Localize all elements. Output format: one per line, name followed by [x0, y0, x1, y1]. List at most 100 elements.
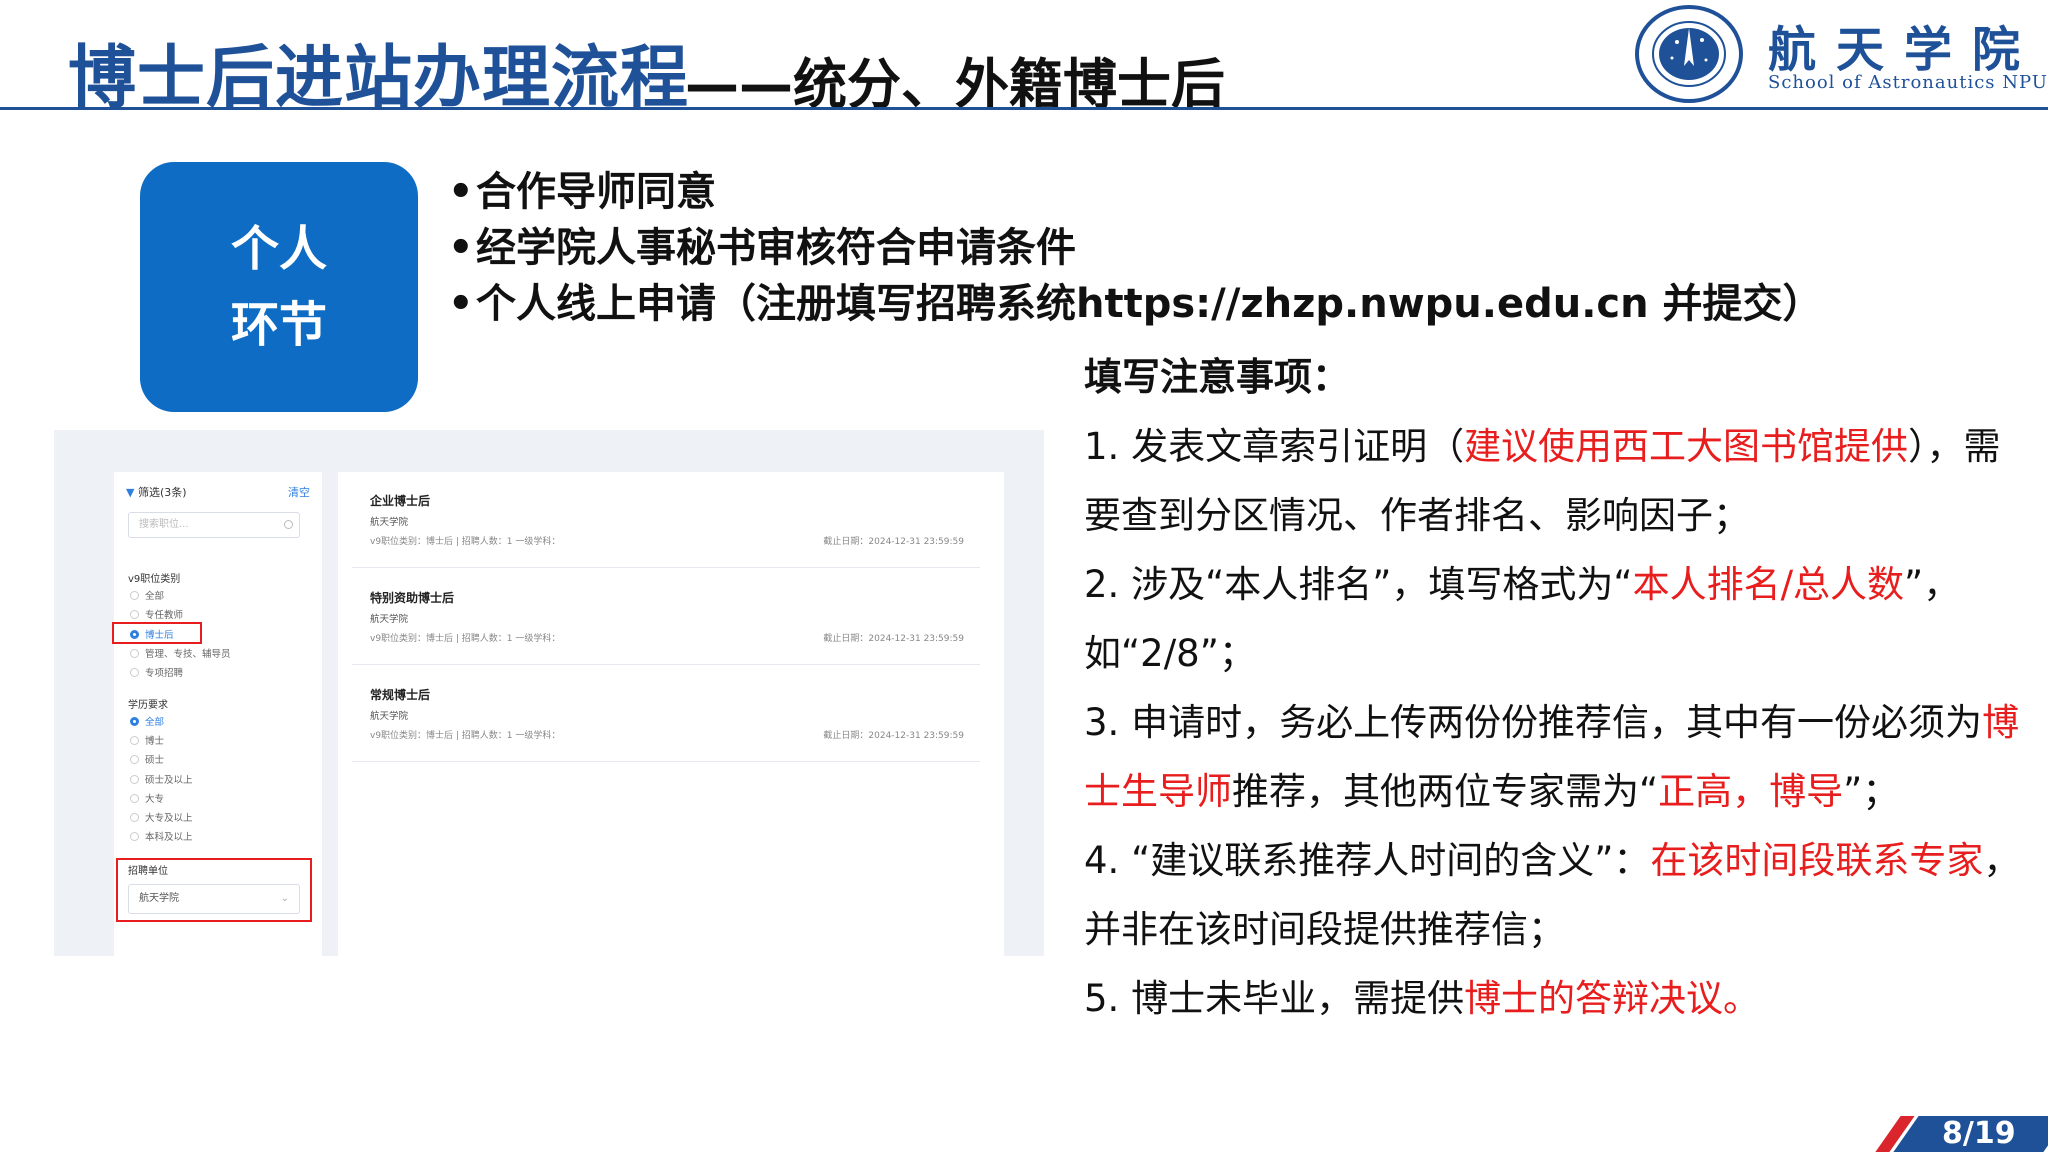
radio-icon [130, 813, 139, 822]
job-org: 航天学院 [370, 711, 409, 722]
category-option[interactable]: 管理、专技、辅导员 [130, 646, 231, 660]
search-placeholder: 搜索职位... [139, 519, 189, 530]
category-option[interactable]: 全部 [130, 588, 164, 602]
radio-icon [130, 649, 139, 658]
radio-icon [130, 668, 139, 677]
note-item-3: 3. 申请时，务必上传两份份推荐信，其中有一份必须为博士生导师推荐，其他两位专家… [1084, 688, 2024, 826]
option-label: 专任教师 [145, 610, 184, 621]
job-org: 航天学院 [370, 517, 409, 528]
header-divider [0, 107, 2048, 110]
bullet-text: 个人线上申请（注册填写招聘系统https://zhzp.nwpu.edu.cn … [476, 281, 1823, 327]
job-deadline: 截止日期：2024-12-31 23:59:59 [823, 731, 964, 741]
bullet-item: •个人线上申请（注册填写招聘系统https://zhzp.nwpu.edu.cn… [448, 276, 1823, 332]
option-label: 大专及以上 [145, 813, 193, 824]
job-title[interactable]: 特别资助博士后 [370, 589, 454, 606]
notes-title: 填写注意事项： [1084, 355, 1351, 399]
option-label: 硕士及以上 [145, 775, 193, 786]
notes-list: 1. 发表文章索引证明（建议使用西工大图书馆提供），需要查到分区情况、作者排名、… [1084, 412, 2024, 1033]
radio-icon [130, 610, 139, 619]
bullet-dot-icon: • [448, 169, 474, 215]
option-label: 博士 [145, 736, 165, 747]
radio-icon [130, 832, 139, 841]
highlight-box-unit [116, 858, 312, 922]
page-number-badge: 8/19 [1860, 1116, 2048, 1152]
radio-icon [130, 775, 139, 784]
education-option-selected[interactable]: 全部 [130, 714, 164, 728]
radio-icon [130, 736, 139, 745]
note-text: 4. “建议联系推荐人时间的含义”： [1084, 839, 1651, 882]
step-box-line1: 个人 [230, 221, 327, 277]
school-name-cn: 航天学院 [1768, 22, 2041, 78]
education-option[interactable]: 硕士及以上 [130, 772, 193, 786]
category-option[interactable]: 专项招聘 [130, 665, 183, 679]
bullet-item: •经学院人事秘书审核符合申请条件 [448, 220, 1823, 276]
radio-icon [130, 591, 139, 600]
education-option[interactable]: 大专 [130, 791, 164, 805]
category-option[interactable]: 专任教师 [130, 607, 183, 621]
job-deadline: 截止日期：2024-12-31 23:59:59 [823, 537, 964, 547]
job-meta: v9职位类别：博士后 | 招聘人数：1 一级学科： [370, 634, 561, 644]
option-label: 专项招聘 [145, 668, 184, 679]
job-title[interactable]: 企业博士后 [370, 492, 430, 509]
bullet-list: •合作导师同意 •经学院人事秘书审核符合申请条件 •个人线上申请（注册填写招聘系… [448, 164, 1823, 332]
job-meta: v9职位类别：博士后 | 招聘人数：1 一级学科： [370, 537, 561, 547]
school-name-en: School of Astronautics NPU [1768, 72, 2048, 93]
job-results-panel: 企业博士后 航天学院 v9职位类别：博士后 | 招聘人数：1 一级学科： 截止日… [338, 472, 1004, 956]
page-number: 8/19 [1942, 1116, 2016, 1151]
bullet-text: 经学院人事秘书审核符合申请条件 [476, 225, 1076, 271]
note-highlight: 本人排名/总人数 [1632, 563, 1905, 606]
education-option[interactable]: 本科及以上 [130, 829, 193, 843]
job-meta: v9职位类别：博士后 | 招聘人数：1 一级学科： [370, 731, 561, 741]
note-highlight: 博士的答辩决议。 [1464, 977, 1761, 1020]
note-item-5: 5. 博士未毕业，需提供博士的答辩决议。 [1084, 964, 2024, 1033]
highlight-box-postdoc [112, 622, 202, 644]
radio-selected-icon [130, 717, 139, 726]
radio-icon [130, 755, 139, 764]
note-text: 3. 申请时，务必上传两份份推荐信，其中有一份必须为 [1084, 701, 1983, 744]
option-label: 大专 [145, 794, 165, 805]
bullet-text: 合作导师同意 [476, 169, 716, 215]
option-label: 全部 [145, 591, 165, 602]
filter-header: ▼ 筛选(3条) [126, 484, 187, 500]
position-search-input[interactable]: 搜索职位... [128, 512, 300, 538]
radio-icon [130, 794, 139, 803]
note-highlight: 建议使用西工大图书馆提供 [1464, 425, 1909, 468]
note-item-2: 2. 涉及“本人排名”，填写格式为“本人排名/总人数”，如“2/8”； [1084, 550, 2024, 688]
bullet-item: •合作导师同意 [448, 164, 1823, 220]
school-seal-logo [1635, 5, 1743, 103]
note-text: 2. 涉及“本人排名”，填写格式为“ [1084, 563, 1633, 606]
job-card[interactable]: 特别资助博士后 航天学院 v9职位类别：博士后 | 招聘人数：1 一级学科： 截… [352, 569, 980, 665]
note-text: 5. 博士未毕业，需提供 [1084, 977, 1465, 1020]
education-option[interactable]: 博士 [130, 733, 164, 747]
bullet-dot-icon: • [448, 281, 474, 327]
note-highlight: 在该时间段联系专家 [1650, 839, 1984, 882]
option-label: 管理、专技、辅导员 [145, 649, 231, 660]
step-box-line2: 环节 [230, 297, 327, 353]
note-item-1: 1. 发表文章索引证明（建议使用西工大图书馆提供），需要查到分区情况、作者排名、… [1084, 412, 2024, 550]
education-option[interactable]: 硕士 [130, 752, 164, 766]
option-label: 本科及以上 [145, 832, 193, 843]
filter-funnel-icon: ▼ [126, 486, 135, 499]
category-group-title: v9职位类别 [128, 574, 181, 585]
note-item-4: 4. “建议联系推荐人时间的含义”：在该时间段联系专家，并非在该时间段提供推荐信… [1084, 826, 2024, 964]
job-deadline: 截止日期：2024-12-31 23:59:59 [823, 634, 964, 644]
job-card[interactable]: 企业博士后 航天学院 v9职位类别：博士后 | 招聘人数：1 一级学科： 截止日… [352, 472, 980, 568]
personal-step-box: 个人 环节 [140, 162, 418, 412]
job-card[interactable]: 常规博士后 航天学院 v9职位类别：博士后 | 招聘人数：1 一级学科： 截止日… [352, 666, 980, 762]
job-title[interactable]: 常规博士后 [370, 686, 430, 703]
search-icon [284, 520, 293, 529]
recruitment-system-screenshot: ▼ 筛选(3条) 清空 搜索职位... v9职位类别 全部 专任教师 博士后 管… [54, 430, 1044, 956]
education-option[interactable]: 大专及以上 [130, 810, 193, 824]
job-org: 航天学院 [370, 614, 409, 625]
education-group-title: 学历要求 [128, 700, 168, 711]
bullet-dot-icon: • [448, 225, 474, 271]
note-text: ”； [1843, 770, 1900, 813]
option-label: 硕士 [145, 755, 165, 766]
note-text: 1. 发表文章索引证明（ [1084, 425, 1465, 468]
note-text: 推荐，其他两位专家需为“ [1232, 770, 1659, 813]
filter-title: 筛选(3条) [137, 486, 187, 499]
filter-clear-link[interactable]: 清空 [288, 484, 310, 500]
option-label: 全部 [145, 717, 165, 728]
note-highlight: 正高，博导 [1658, 770, 1844, 813]
filter-panel: ▼ 筛选(3条) 清空 搜索职位... v9职位类别 全部 专任教师 博士后 管… [112, 472, 322, 956]
